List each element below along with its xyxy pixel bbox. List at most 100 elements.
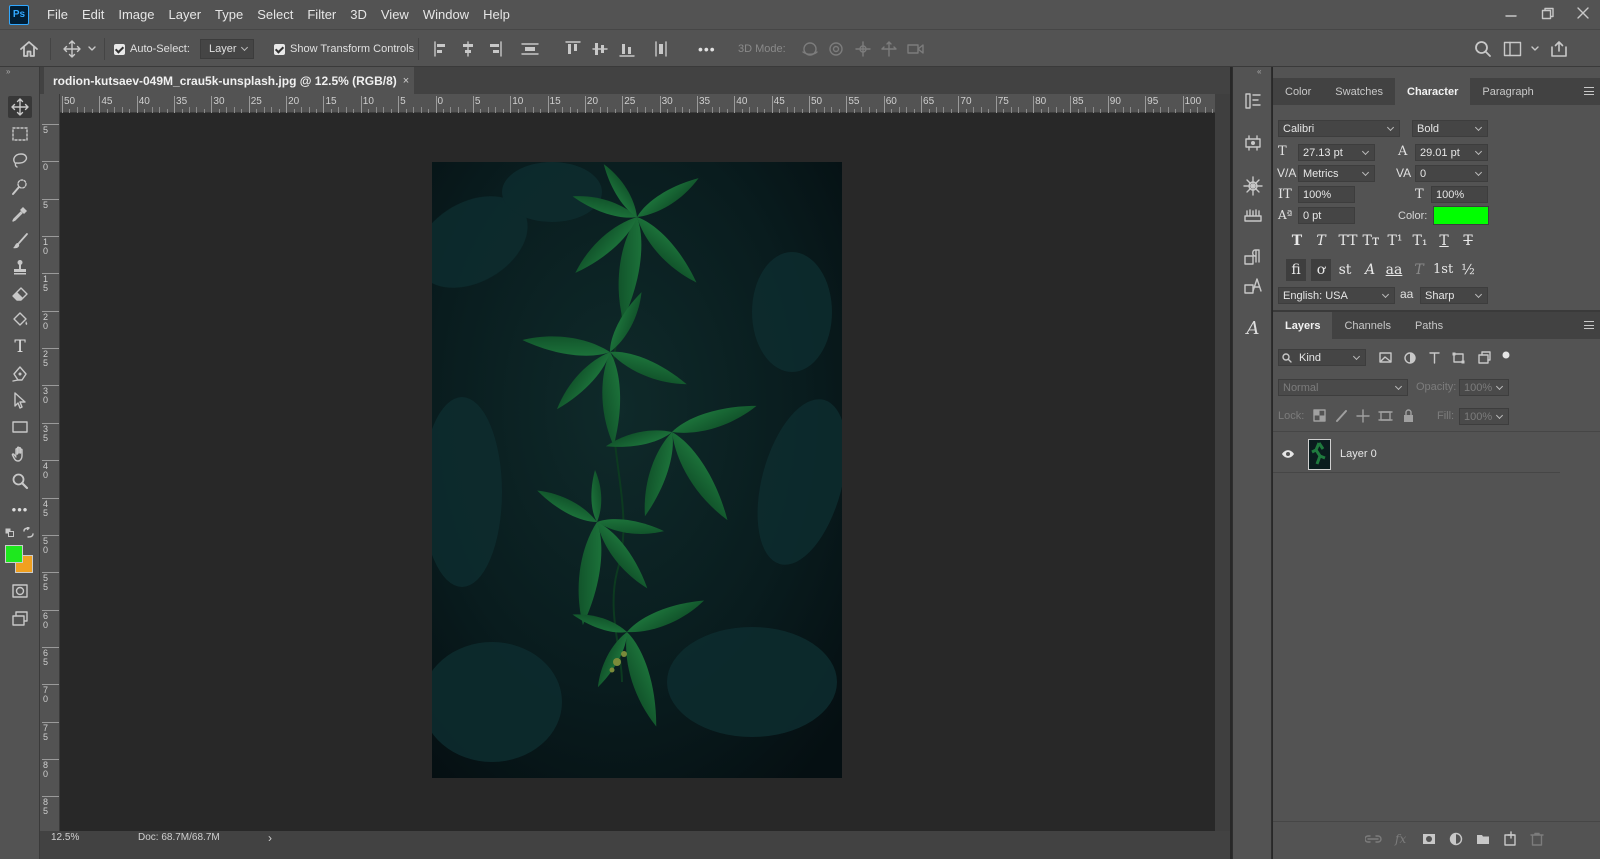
menu-image[interactable]: Image xyxy=(118,7,154,22)
lock-position-icon[interactable] xyxy=(1356,409,1370,423)
tab-color[interactable]: Color xyxy=(1273,78,1323,105)
leading-field[interactable]: 29.01 pt xyxy=(1415,144,1488,161)
auto-select-target-dropdown[interactable]: Layer xyxy=(200,39,254,59)
contextual-alternates-button[interactable]: ơ xyxy=(1311,259,1331,281)
tracking-field[interactable]: 0 xyxy=(1415,165,1488,182)
align-horizontal-centers-icon[interactable] xyxy=(463,41,473,57)
layer-row[interactable]: Layer 0 xyxy=(1273,436,1560,473)
menu-filter[interactable]: Filter xyxy=(307,7,336,22)
history-panel-icon[interactable] xyxy=(1241,89,1265,113)
tab-swatches[interactable]: Swatches xyxy=(1323,78,1395,105)
add-mask-icon[interactable] xyxy=(1423,834,1435,844)
menu-view[interactable]: View xyxy=(381,7,409,22)
opacity-field[interactable]: 100% xyxy=(1459,379,1509,396)
lasso-icon[interactable] xyxy=(8,149,32,171)
home-icon[interactable] xyxy=(19,30,39,68)
kerning-dropdown[interactable]: Metrics xyxy=(1298,165,1375,182)
show-transform-checkbox[interactable] xyxy=(274,43,285,55)
horizontal-scale-field[interactable]: 100% xyxy=(1431,186,1488,203)
zoom-level[interactable]: 12.5% xyxy=(51,832,79,843)
menu-3d[interactable]: 3D xyxy=(350,7,367,22)
distribute-icon[interactable] xyxy=(521,43,539,55)
3d-roll-icon[interactable] xyxy=(829,42,843,56)
swash-button[interactable]: A xyxy=(1360,262,1380,278)
vertical-ruler[interactable]: 5 0 5 10 15 20 25 30 35 40 45 50 55 60 65 70 75 80 85 xyxy=(40,94,60,831)
link-layers-icon[interactable] xyxy=(1365,835,1382,843)
ordinals-button[interactable]: 1st xyxy=(1433,262,1453,277)
hand-tool-icon[interactable] xyxy=(8,443,32,465)
menu-edit[interactable]: Edit xyxy=(82,7,104,22)
more-options-icon[interactable]: ••• xyxy=(698,41,716,57)
layers-menu-icon[interactable] xyxy=(1584,321,1594,329)
paint-bucket-icon[interactable] xyxy=(8,309,32,331)
search-icon[interactable] xyxy=(1474,30,1492,68)
tab-channels[interactable]: Channels xyxy=(1332,312,1402,339)
layer-visibility-eye-icon[interactable] xyxy=(1281,448,1295,460)
photoshop-logo-icon[interactable]: Ps xyxy=(9,4,29,25)
new-group-icon[interactable] xyxy=(1477,835,1489,844)
delete-layer-icon[interactable] xyxy=(1530,832,1544,846)
zoom-tool-icon[interactable] xyxy=(8,470,32,492)
3d-slide-icon[interactable] xyxy=(881,41,897,57)
align-right-edges-icon[interactable] xyxy=(490,41,502,57)
restore-icon[interactable] xyxy=(1538,2,1556,24)
superscript-button[interactable]: T¹ xyxy=(1385,233,1405,249)
baseline-shift-field[interactable]: 0 pt xyxy=(1298,207,1355,224)
close-document-icon[interactable]: × xyxy=(403,75,409,87)
tab-paths[interactable]: Paths xyxy=(1403,312,1455,339)
default-colors-icon[interactable] xyxy=(5,528,15,538)
distribute-vertical-icon[interactable] xyxy=(655,41,667,57)
filter-smart-object-icon[interactable] xyxy=(1478,351,1491,364)
status-menu-arrow[interactable]: › xyxy=(268,831,272,845)
3d-pan-icon[interactable] xyxy=(855,41,871,57)
collapse-dock-icon[interactable]: « xyxy=(1257,67,1261,76)
eraser-icon[interactable] xyxy=(8,283,32,305)
stylistic-alternates-button[interactable]: aa xyxy=(1384,262,1404,278)
paragraph-styles-icon[interactable] xyxy=(1241,245,1265,269)
vertical-scale-field[interactable]: 100% xyxy=(1298,186,1355,203)
character-styles-icon[interactable] xyxy=(1241,274,1265,298)
move-tool-preset-icon[interactable] xyxy=(62,30,100,68)
screen-mode-icon[interactable] xyxy=(8,608,32,630)
titling-alternates-button[interactable]: T xyxy=(1409,262,1429,278)
menu-window[interactable]: Window xyxy=(423,7,469,22)
fill-field[interactable]: 100% xyxy=(1459,408,1509,425)
menu-layer[interactable]: Layer xyxy=(169,7,202,22)
collapse-arrows-icon[interactable]: » xyxy=(6,67,10,76)
discretionary-ligatures-button[interactable]: st xyxy=(1335,262,1355,278)
eyedropper-icon[interactable] xyxy=(8,203,32,225)
blend-mode-dropdown[interactable]: Normal xyxy=(1278,379,1408,396)
rectangular-marquee-icon[interactable] xyxy=(8,123,32,145)
close-icon[interactable] xyxy=(1574,2,1592,24)
underline-button[interactable]: T xyxy=(1434,233,1454,249)
swap-colors-icon[interactable] xyxy=(23,527,34,538)
align-top-edges-icon[interactable] xyxy=(565,41,581,54)
move-tool-icon[interactable] xyxy=(8,96,32,118)
filter-pixel-icon[interactable] xyxy=(1379,352,1392,363)
ligatures-button[interactable]: fi xyxy=(1286,259,1306,281)
3d-scale-icon[interactable] xyxy=(907,44,924,54)
faux-italic-button[interactable]: T xyxy=(1311,233,1331,249)
3d-orbit-icon[interactable] xyxy=(802,42,818,56)
new-fill-adjustment-icon[interactable] xyxy=(1449,832,1463,846)
workspace-icon[interactable] xyxy=(1503,30,1541,68)
small-caps-button[interactable]: Tт xyxy=(1361,233,1381,249)
document-tab[interactable]: rodion-kutsaev-049M_crau5k-unsplash.jpg … xyxy=(44,67,414,94)
align-vertical-centers-icon[interactable] xyxy=(592,43,608,55)
filter-toggle-icon[interactable] xyxy=(1502,351,1510,359)
layer-name[interactable]: Layer 0 xyxy=(1340,448,1377,460)
all-caps-button[interactable]: TT xyxy=(1335,233,1361,249)
rectangle-tool-icon[interactable] xyxy=(8,416,32,438)
properties-panel-icon[interactable] xyxy=(1241,131,1265,155)
faux-bold-button[interactable]: T xyxy=(1287,233,1307,249)
layer-effects-icon[interactable]: fx xyxy=(1394,832,1406,846)
auto-select-checkbox[interactable] xyxy=(114,43,125,55)
lock-transparent-pixels-icon[interactable] xyxy=(1313,409,1326,422)
filter-shape-icon[interactable] xyxy=(1452,352,1465,364)
quick-mask-icon[interactable] xyxy=(8,580,32,602)
horizontal-ruler[interactable]: 50 45 40 35 30 25 20 15 10 5 0 5 10 15 20 25 30 35 40 45 50 5… xyxy=(60,94,1251,113)
lock-image-pixels-icon[interactable] xyxy=(1336,410,1347,422)
panel-menu-icon[interactable] xyxy=(1584,87,1594,95)
menu-file[interactable]: File xyxy=(47,7,68,22)
filter-type-icon[interactable] xyxy=(1429,352,1440,364)
